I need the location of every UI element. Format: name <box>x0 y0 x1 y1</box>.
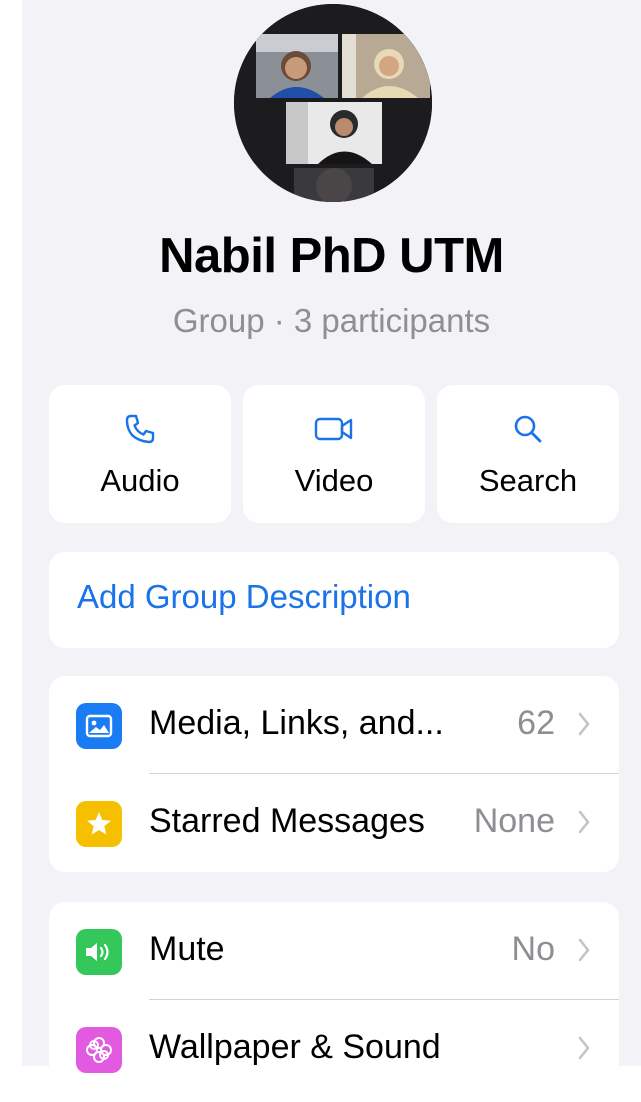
search-button[interactable]: Search <box>437 385 619 523</box>
video-label: Video <box>294 463 374 498</box>
media-links-label: Media, Links, and... <box>149 704 444 742</box>
group-photo-image <box>234 4 432 202</box>
chevron-right-icon <box>578 1036 590 1060</box>
chevron-right-icon <box>578 810 590 834</box>
group-name: Nabil PhD UTM <box>159 229 504 283</box>
video-camera-icon <box>314 417 353 441</box>
media-links-docs-row[interactable]: Media, Links, and... 62 <box>49 676 619 772</box>
video-call-button[interactable]: Video <box>243 385 425 523</box>
group-description-card: Add Group Description <box>49 552 619 648</box>
wallpaper-sound-row[interactable]: Wallpaper & Sound <box>49 1000 619 1096</box>
mute-row[interactable]: Mute No <box>49 902 619 998</box>
media-count: 62 <box>517 704 555 742</box>
media-starred-section: Media, Links, and... 62 Starred Messages… <box>49 676 619 872</box>
chevron-right-icon <box>578 712 590 736</box>
starred-value: None <box>473 802 555 840</box>
mute-label: Mute <box>149 930 225 968</box>
group-info-screen: Nabil PhD UTM Group · 3 participants Aud… <box>22 0 641 1102</box>
starred-messages-row[interactable]: Starred Messages None <box>49 774 619 870</box>
wallpaper-sound-label: Wallpaper & Sound <box>149 1028 441 1066</box>
group-avatar[interactable] <box>234 4 432 202</box>
star-icon <box>87 812 111 835</box>
group-participants-count[interactable]: Group · 3 participants <box>22 302 641 340</box>
speaker-icon <box>86 943 109 961</box>
audio-call-button[interactable]: Audio <box>49 385 231 523</box>
phone-icon <box>125 414 155 444</box>
mute-value: No <box>511 930 555 968</box>
photo-icon <box>85 714 113 738</box>
starred-messages-label: Starred Messages <box>149 802 425 840</box>
add-group-description-link[interactable]: Add Group Description <box>77 578 411 616</box>
search-label: Search <box>478 463 578 498</box>
chevron-right-icon <box>578 938 590 962</box>
mute-wallpaper-section: Mute No Wallpaper & Sound <box>49 902 619 1102</box>
flower-icon <box>86 1037 112 1063</box>
search-icon <box>514 415 542 443</box>
audio-label: Audio <box>100 463 180 498</box>
